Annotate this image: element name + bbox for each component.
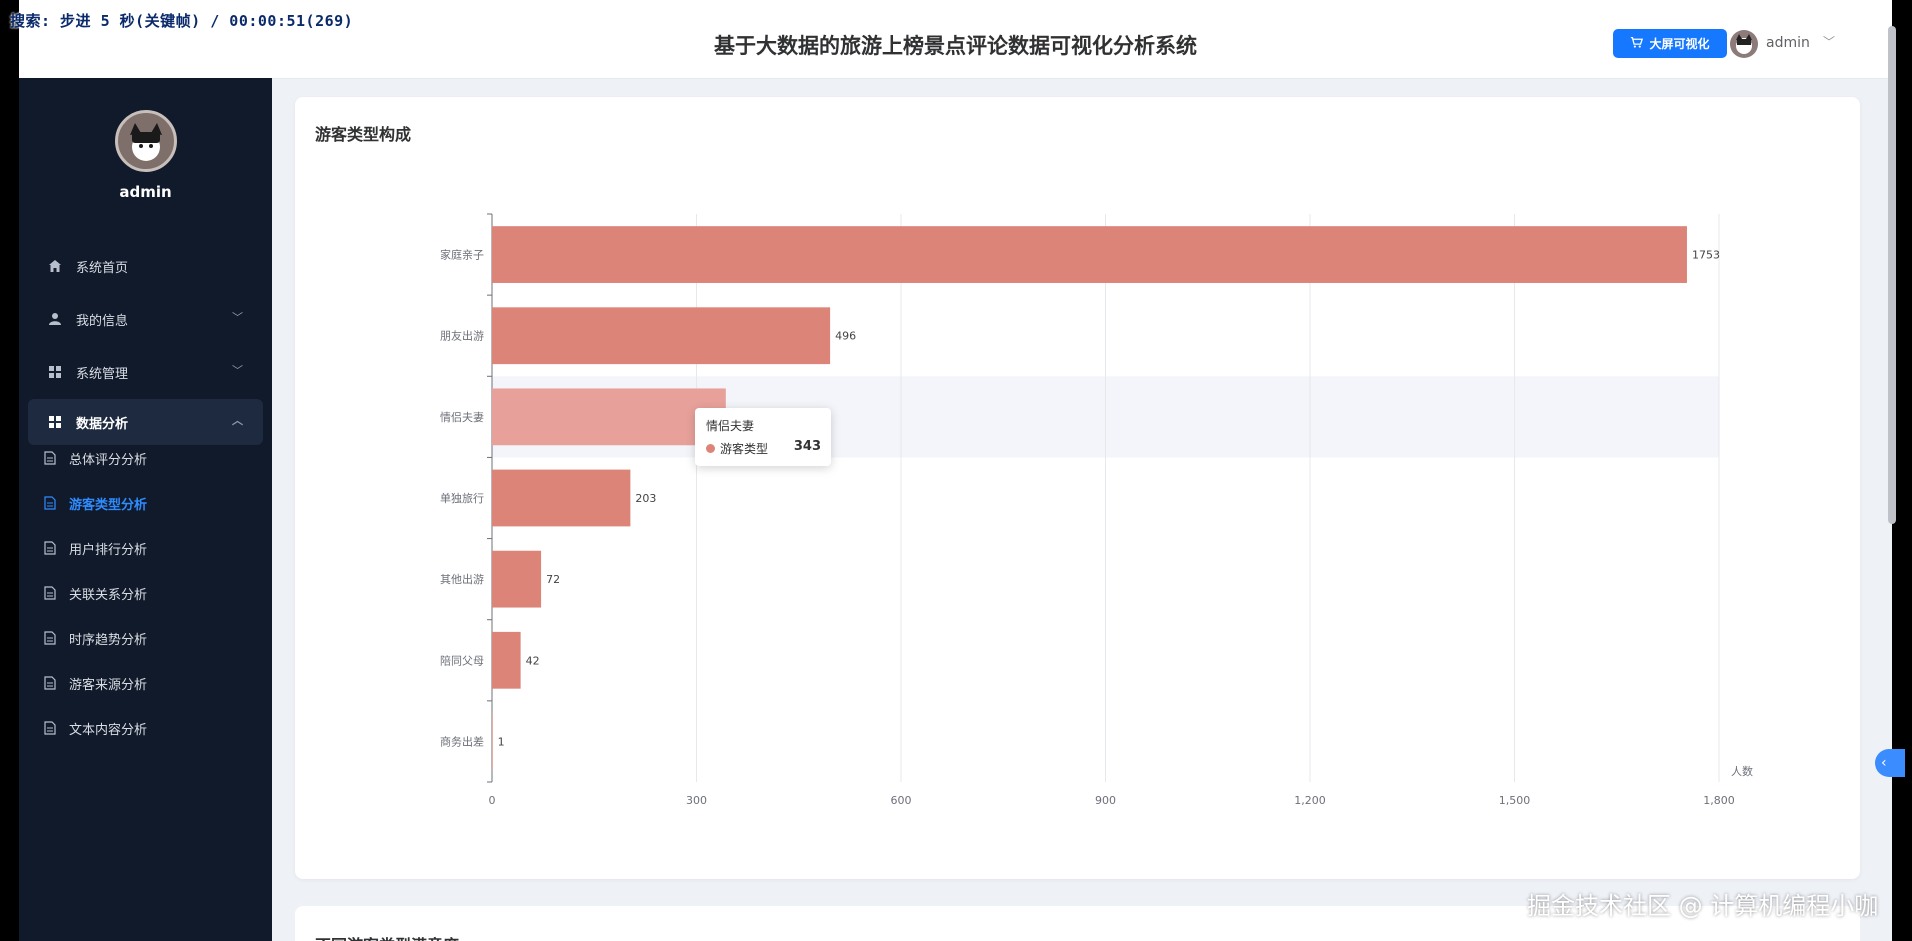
document-icon [43,676,57,690]
bar-chart[interactable]: 0 300 600 900 1,200 1,500 1,800 人数 家庭亲子 1753 朋友出游 4… [295,97,1860,879]
series-dot-icon [706,444,715,453]
x-axis-unit: 人数 [1731,765,1753,778]
sidebar-subitem[interactable]: 关联关系分析 [43,578,263,608]
document-icon [43,721,57,735]
watermark: 掘金技术社区 @ 计算机编程小咖 [1527,892,1879,920]
sidebar-subitem-label: 关联关系分析 [69,587,148,603]
data-label: 1753 [1692,249,1720,262]
x-tick-label: 1,500 [1499,794,1531,807]
sidebar-item-my-info[interactable]: 我的信息 ﹀ [28,296,263,342]
data-label: 42 [526,654,540,667]
home-icon [46,259,64,273]
y-tick-label: 家庭亲子 [440,248,484,262]
x-tick-label: 0 [489,794,496,807]
sidebar-subitem-label: 游客类型分析 [69,497,148,513]
grid-icon [46,365,64,379]
bar [492,226,1687,283]
sidebar-subitem-label: 文本内容分析 [69,722,148,738]
chart-card: 游客类型构成 0 300 600 900 1,200 1,500 1,800 人数 家庭亲子 17… [295,97,1860,879]
y-tick-label: 朋友出游 [440,329,484,343]
chevron-down-icon: ﹀ [232,364,243,377]
sidebar-subitem-label: 用户排行分析 [69,542,148,558]
y-tick-label: 情侣夫妻 [440,410,484,424]
y-tick-label: 商务出差 [440,734,484,748]
chevron-up-icon: ︿ [232,414,243,427]
big-screen-label: 大屏可视化 [1649,37,1710,51]
y-tick-label: 陪同父母 [440,653,484,667]
document-icon [43,451,57,465]
bar [492,307,831,365]
bar [492,713,493,770]
sidebar: admin 系统首页 我的信息 ﹀ 系统管理 ﹀ 数据分析 ︿ 总体评分分析 游… [19,78,272,941]
sidebar-item-data-analysis[interactable]: 数据分析 ︿ [28,399,263,445]
sidebar-item-label: 系统管理 [76,366,129,382]
sidebar-item-label: 系统首页 [76,260,129,276]
sidebar-subitem[interactable]: 游客来源分析 [43,668,263,698]
sidebar-subitem[interactable]: 游客类型分析 [43,488,263,518]
data-label: 203 [635,492,656,505]
cart-icon [1630,36,1644,52]
chevron-down-icon: ﹀ [232,311,243,324]
grid-icon [46,415,64,429]
card-title: 不同游客类型满意度 [315,932,459,941]
header-avatar[interactable] [1730,30,1758,58]
big-screen-button[interactable]: 大屏可视化 [1613,29,1727,58]
sidebar-subitem[interactable]: 文本内容分析 [43,713,263,743]
sidebar-item-system[interactable]: 系统管理 ﹀ [28,349,263,395]
sidebar-subitem-label: 游客来源分析 [69,677,148,693]
tooltip-series: 游客类型 [720,442,769,456]
chevron-down-icon[interactable]: ﹀ [1823,33,1835,50]
data-label: 1 [498,735,505,748]
y-tick-label: 其他出游 [440,572,484,586]
user-icon [46,312,64,326]
collapse-button[interactable]: ‹ [1875,749,1905,777]
sidebar-avatar [115,110,177,172]
tooltip-value: 343 [793,439,821,454]
sidebar-subitem-label: 总体评分分析 [69,452,148,468]
screen: 搜索: 步进 5 秒(关键帧) / 00:00:51(269) 基于大数据的旅游… [0,0,1912,941]
chart-tooltip: 情侣夫妻 游客类型 343 [695,408,831,466]
bar [492,469,631,527]
header-username[interactable]: admin [1766,35,1810,51]
document-icon [43,586,57,600]
bar [492,631,521,689]
page-title: 基于大数据的旅游上榜景点评论数据可视化分析系统 [714,34,1197,58]
x-tick-label: 1,800 [1703,794,1735,807]
sidebar-username: admin [119,183,172,201]
sidebar-subitem[interactable]: 总体评分分析 [43,443,263,473]
sidebar-subitem-label: 时序趋势分析 [69,632,148,648]
sidebar-item-label: 我的信息 [76,313,129,329]
x-tick-label: 1,200 [1294,794,1326,807]
x-tick-label: 300 [686,794,707,807]
document-icon [43,496,57,510]
x-tick-label: 600 [891,794,912,807]
video-step-overlay: 搜索: 步进 5 秒(关键帧) / 00:00:51(269) [10,12,354,30]
left-border [0,0,19,941]
data-label: 496 [835,330,856,343]
tooltip-title: 情侣夫妻 [706,419,755,433]
sidebar-item-home[interactable]: 系统首页 [28,243,263,289]
data-label: 72 [546,573,560,586]
document-icon [43,631,57,645]
y-tick-label: 单独旅行 [440,491,484,505]
document-icon [43,541,57,555]
sidebar-item-label: 数据分析 [76,416,129,432]
x-tick-label: 900 [1095,794,1116,807]
scrollbar[interactable] [1888,26,1896,524]
sidebar-subitem[interactable]: 用户排行分析 [43,533,263,563]
bar [492,550,542,608]
bar [492,388,726,446]
sidebar-subitem[interactable]: 时序趋势分析 [43,623,263,653]
chevron-left-icon: ‹ [1881,755,1887,771]
